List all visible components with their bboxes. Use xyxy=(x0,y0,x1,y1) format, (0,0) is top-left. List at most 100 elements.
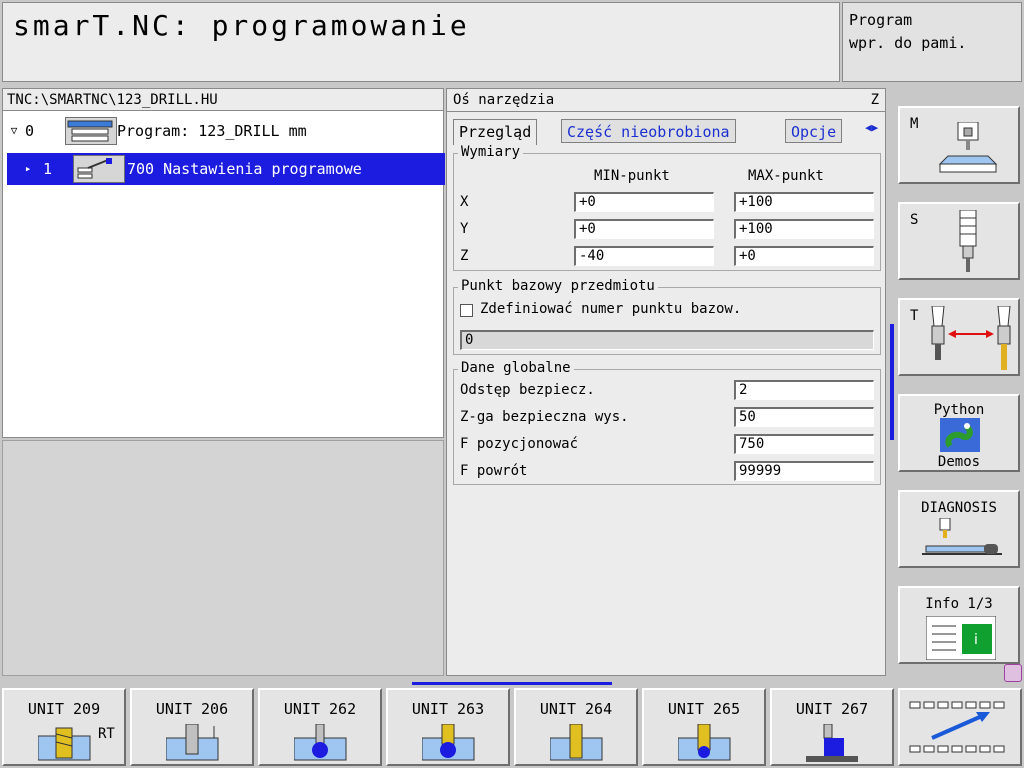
y-min-field[interactable]: +0 xyxy=(574,219,714,239)
tool-change-icon xyxy=(931,306,1011,370)
define-datum-label: Zdefiniować numer punktu bazow. xyxy=(480,301,742,317)
thread-milling-icon xyxy=(294,724,347,761)
settings-unit-icon xyxy=(73,155,125,183)
softkey-unit-206[interactable]: UNIT 206 xyxy=(130,688,254,766)
softkey-next-row[interactable] xyxy=(898,688,1022,766)
drilling-unit-icon xyxy=(38,727,91,761)
expand-down-icon[interactable]: ▽ xyxy=(7,115,21,147)
define-datum-checkbox[interactable] xyxy=(460,304,473,317)
softkey-label: UNIT 263 xyxy=(411,700,485,718)
datum-group: Punkt bazowy przedmiotu Zdefiniować nume… xyxy=(453,278,881,355)
tool-axis-label: Oś narzędzia xyxy=(453,92,555,108)
vertical-scrollbar[interactable] xyxy=(890,324,894,440)
file-path: TNC:\SMARTNC\123_DRILL.HU xyxy=(3,89,443,111)
svg-text:i: i xyxy=(974,632,978,648)
drill-thread-icon xyxy=(550,724,603,761)
softkey-label: UNIT 262 xyxy=(283,700,357,718)
graphics-area xyxy=(2,440,444,676)
softkey-sublabel: RT xyxy=(98,726,115,742)
global-data-legend: Dane globalne xyxy=(458,360,574,376)
side-button-python-demos[interactable]: Python Demos xyxy=(898,394,1020,472)
safety-clearance-label: Odstęp bezpiecz. xyxy=(460,382,595,398)
x-max-field[interactable]: +100 xyxy=(734,192,874,212)
side-button-label: T xyxy=(910,308,919,324)
side-button-label: DIAGNOSIS xyxy=(921,500,997,516)
softkey-unit-267[interactable]: UNIT 267 xyxy=(770,688,894,766)
z-min-field[interactable]: -40 xyxy=(574,246,714,266)
side-button-s[interactable]: S xyxy=(898,202,1020,280)
max-point-header: MAX-punkt xyxy=(748,168,824,184)
tree-row-label: 700 Nastawienia programowe xyxy=(127,160,362,178)
tree-row-label: Program: 123_DRILL mm xyxy=(117,122,307,140)
dimensions-legend: Wymiary xyxy=(458,144,524,160)
axis-y-label: Y xyxy=(460,221,469,237)
helical-thread-icon xyxy=(678,724,731,761)
axis-x-label: X xyxy=(460,194,469,210)
y-max-field[interactable]: +100 xyxy=(734,219,874,239)
x-min-field[interactable]: +0 xyxy=(574,192,714,212)
side-button-t[interactable]: T xyxy=(898,298,1020,376)
title-bar: smarT.NC: programowanie xyxy=(2,2,840,82)
feed-return-field[interactable]: 99999 xyxy=(734,461,874,481)
info-icon: i xyxy=(926,616,996,660)
tree-row-number: 0 xyxy=(25,122,35,140)
softkey-label: UNIT 267 xyxy=(795,700,869,718)
softkey-switch-icon[interactable] xyxy=(1004,664,1022,682)
datum-legend: Punkt bazowy przedmiotu xyxy=(458,278,658,294)
dimensions-group: Wymiary MIN-punkt MAX-punkt X +0 +100 Y … xyxy=(453,144,881,271)
softkey-label: UNIT 265 xyxy=(667,700,741,718)
tab-workpiece-blank[interactable]: Część nieobrobiona xyxy=(561,119,736,143)
softkey-unit-264[interactable]: UNIT 264 xyxy=(514,688,638,766)
axis-z-label: Z xyxy=(460,248,469,264)
softkey-label: UNIT 264 xyxy=(539,700,613,718)
softkey-unit-262[interactable]: UNIT 262 xyxy=(258,688,382,766)
global-data-group: Dane globalne Odstęp bezpiecz. 2 Z-ga be… xyxy=(453,360,881,485)
softkey-unit-265[interactable]: UNIT 265 xyxy=(642,688,766,766)
clearance-height-field[interactable]: 50 xyxy=(734,407,874,427)
side-button-m[interactable]: M xyxy=(898,106,1020,184)
program-tree-panel: TNC:\SMARTNC\123_DRILL.HU ▽ 0 Program: 1… xyxy=(2,88,445,438)
outside-thread-icon xyxy=(806,724,858,762)
tree-row-settings[interactable]: ▸ 1 700 Nastawienia programowe xyxy=(7,153,445,185)
datum-number-field[interactable]: 0 xyxy=(460,330,874,350)
unit-form-panel: Oś narzędzia Z Przegląd Część nieobrobio… xyxy=(446,88,886,676)
tab-options[interactable]: Opcje xyxy=(785,119,843,143)
z-max-field[interactable]: +0 xyxy=(734,246,874,266)
side-button-label-2: Demos xyxy=(937,454,981,470)
softkey-row-indicator xyxy=(412,682,612,685)
side-button-label: M xyxy=(910,116,919,132)
status-box: Program wpr. do pami. xyxy=(842,2,1022,82)
tool-axis-value: Z xyxy=(870,92,879,108)
machine-icon xyxy=(938,122,998,173)
softkey-unit-263[interactable]: UNIT 263 xyxy=(386,688,510,766)
tree-row-program[interactable]: ▽ 0 Program: 123_DRILL mm xyxy=(3,115,443,147)
safety-clearance-field[interactable]: 2 xyxy=(734,380,874,400)
status-line-2: wpr. do pami. xyxy=(849,34,967,52)
tab-overview[interactable]: Przegląd xyxy=(453,119,538,145)
tapping-unit-icon xyxy=(166,724,219,761)
feed-positioning-field[interactable]: 750 xyxy=(734,434,874,454)
diagnosis-icon xyxy=(922,518,1002,555)
page-title: smarT.NC: programowanie xyxy=(13,9,470,42)
countersink-thread-icon xyxy=(422,724,475,761)
side-button-diagnosis[interactable]: DIAGNOSIS xyxy=(898,490,1020,568)
tool-axis-bar: Oś narzędzia Z xyxy=(447,89,885,112)
softkey-label: UNIT 209 xyxy=(27,700,101,718)
feed-positioning-label: F pozycjonować xyxy=(460,436,579,452)
spindle-icon xyxy=(959,210,977,272)
tab-scroll-arrows-icon[interactable]: ◀▶ xyxy=(865,121,878,134)
next-softkey-row-icon xyxy=(909,701,1005,753)
status-line-1: Program xyxy=(849,11,913,29)
python-icon xyxy=(940,418,980,452)
softkey-unit-209[interactable]: UNIT 209 RT xyxy=(2,688,126,766)
clearance-height-label: Z-ga bezpieczna wys. xyxy=(460,409,629,425)
feed-return-label: F powrót xyxy=(460,463,528,479)
expand-right-icon[interactable]: ▸ xyxy=(21,153,35,185)
softkey-label: UNIT 206 xyxy=(155,700,229,718)
min-point-header: MIN-punkt xyxy=(594,168,670,184)
side-button-label: S xyxy=(910,212,919,228)
tree-row-number: 1 xyxy=(43,160,53,178)
program-icon xyxy=(65,117,117,145)
side-button-label: Python xyxy=(933,402,985,418)
side-button-info[interactable]: Info 1/3 i xyxy=(898,586,1020,664)
